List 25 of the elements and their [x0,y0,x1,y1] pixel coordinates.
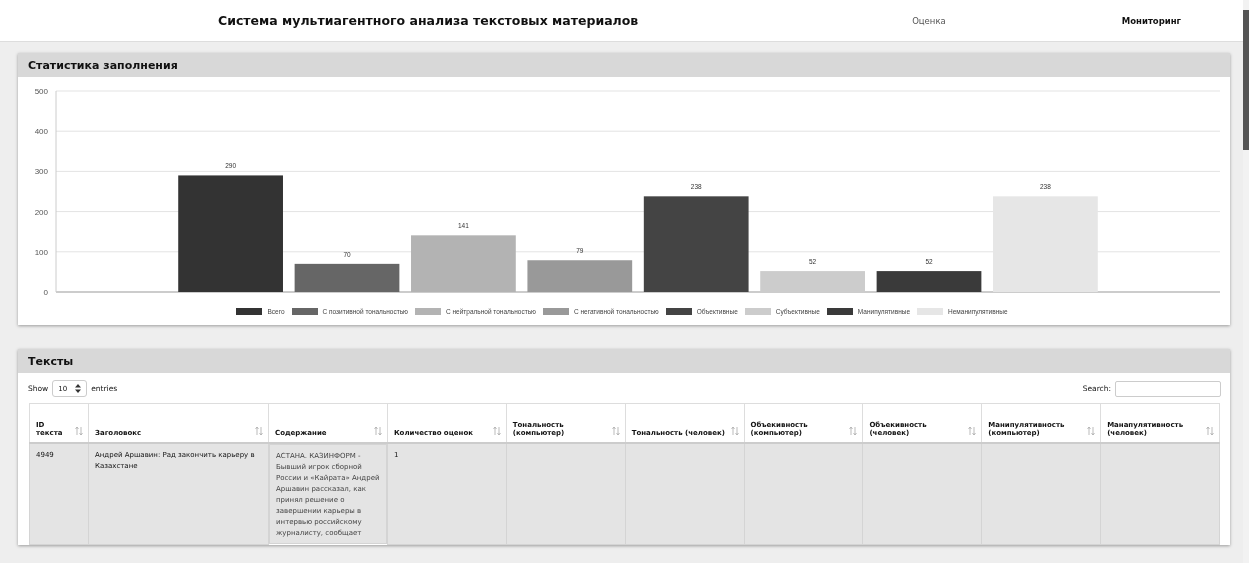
y-tick-label: 400 [34,127,48,137]
sort-icon [968,427,977,435]
sort-icon [373,427,382,435]
scrollbar-thumb[interactable] [1243,10,1249,150]
app-title: Система мультиагентного анализа текстовых материалов [218,13,639,28]
sort-icon [1087,427,1096,435]
search-field[interactable] [1115,380,1221,397]
sort-icon [611,427,620,435]
updown-icon [75,384,82,393]
sort-icon [730,427,739,435]
scrollbar[interactable] [1243,0,1249,563]
y-tick-label: 300 [34,167,48,177]
y-tick-label: 500 [34,87,48,96]
y-tick-label: 100 [34,247,48,257]
y-tick-label: 0 [43,288,48,297]
sort-icon [255,427,263,435]
sort-icon [849,427,858,435]
y-tick-label: 200 [34,207,48,217]
panel-title: Статистика заполнения [18,53,1230,77]
sort-icon [492,427,501,435]
panel-title: Тексты [18,349,1230,373]
nav-link[interactable]: Оценка [912,15,946,26]
sort-icon [1206,427,1214,435]
sort-icon [75,427,83,435]
nav-link[interactable]: Мониторинг [1121,15,1181,26]
